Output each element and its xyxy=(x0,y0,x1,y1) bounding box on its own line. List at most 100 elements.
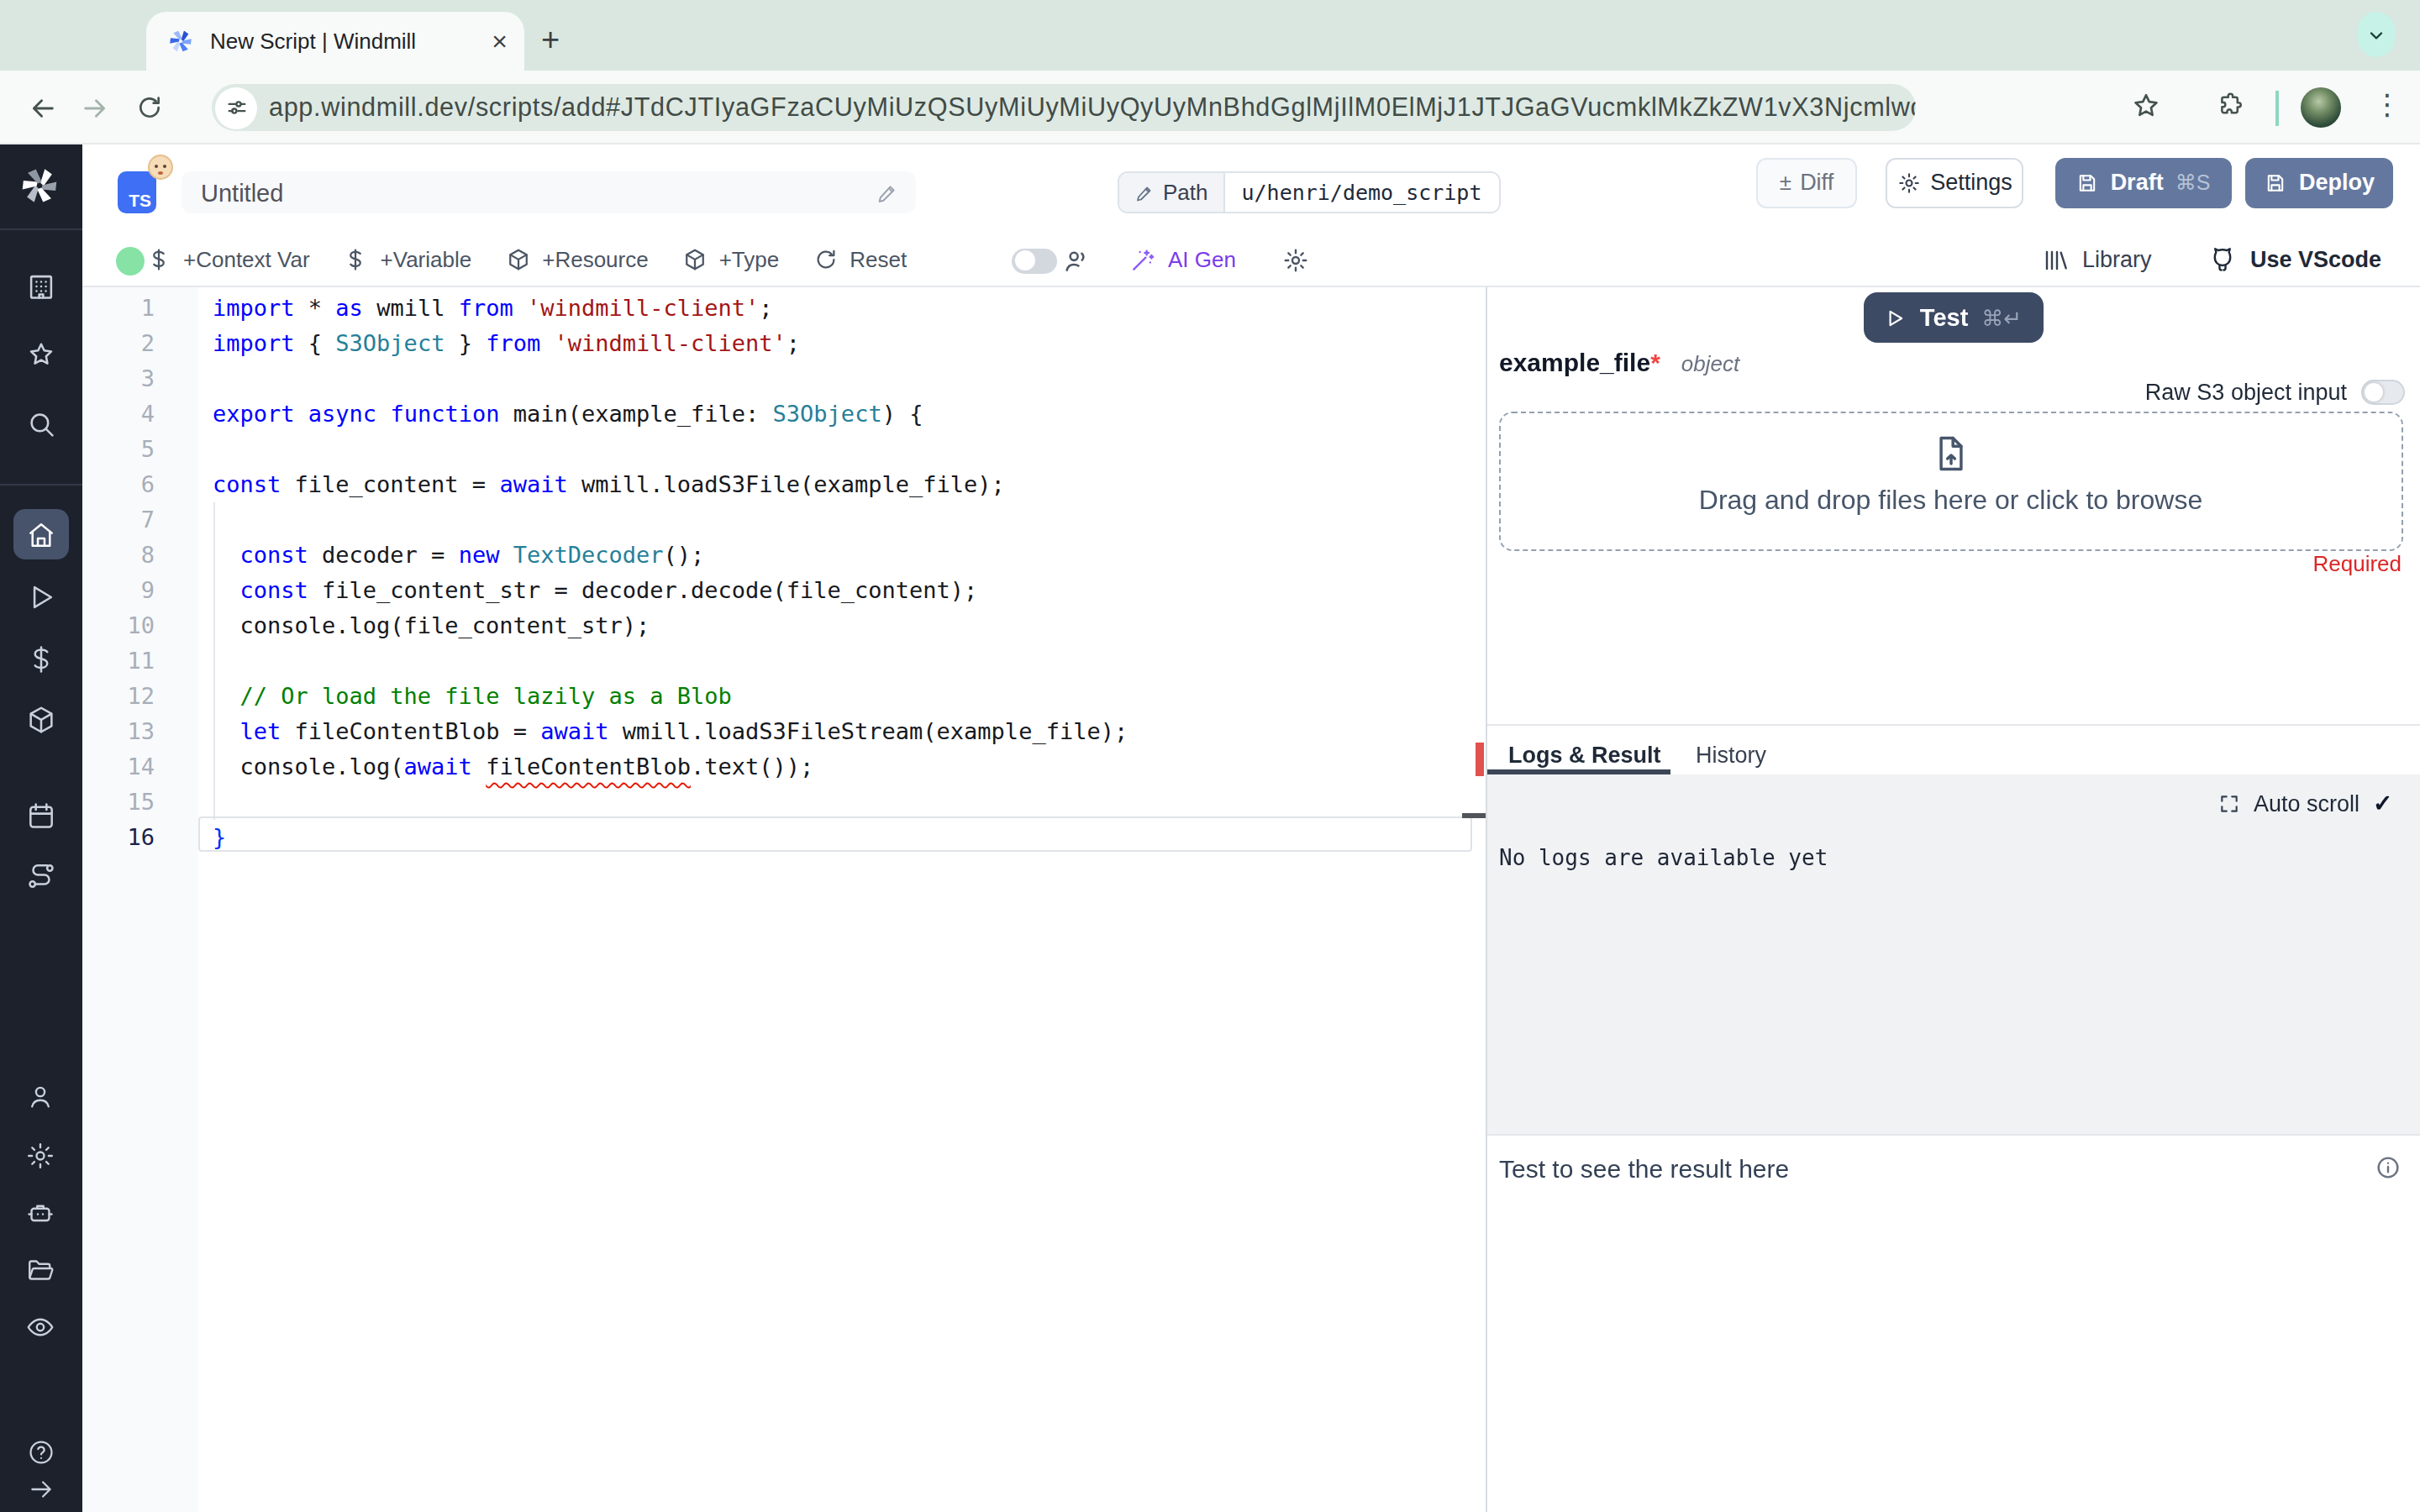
line-number: 9 xyxy=(82,573,197,608)
info-icon[interactable] xyxy=(2375,1154,2402,1181)
no-logs-text: No logs are available yet xyxy=(1499,845,1828,870)
tab-logs-result[interactable]: Logs & Result xyxy=(1508,739,1661,769)
play-icon xyxy=(1885,307,1907,328)
browser-menu-icon[interactable]: ⋮ xyxy=(2373,87,2402,123)
line-number: 5 xyxy=(82,431,197,466)
ai-gen-button[interactable]: AI Gen xyxy=(1129,234,1236,286)
line-number: 1 xyxy=(82,290,197,325)
raw-s3-toggle[interactable] xyxy=(2360,380,2404,405)
sidebar-divider xyxy=(0,228,82,229)
browser-tab[interactable]: New Script | Windmill × xyxy=(146,12,524,71)
new-tab-button[interactable]: + xyxy=(541,22,560,59)
line-number: 16 xyxy=(82,821,197,856)
tab-history[interactable]: History xyxy=(1696,739,1766,769)
code-line: import * as wmill from 'windmill-client'… xyxy=(213,290,773,325)
sidebar-item-dollar-icon[interactable] xyxy=(0,643,81,675)
sidebar-item-help-icon[interactable] xyxy=(0,1437,81,1466)
draft-shortcut: ⌘S xyxy=(2175,171,2211,196)
dropzone-text: Drag and drop files here or click to bro… xyxy=(1501,486,2401,516)
sidebar-item-robot-icon[interactable] xyxy=(0,1198,81,1228)
path-chip[interactable]: Path u/henri/demo_script xyxy=(1118,171,1501,213)
logs-section-divider xyxy=(1486,724,2420,726)
path-label: Path xyxy=(1163,180,1208,205)
logs-area xyxy=(1486,774,2420,1135)
sidebar-item-building-icon[interactable] xyxy=(0,270,81,302)
sidebar-item-home-icon[interactable] xyxy=(0,518,81,550)
test-shortcut: ⌘↵ xyxy=(1981,305,2022,330)
path-label-section: Path xyxy=(1119,173,1225,212)
auto-scroll-control[interactable]: Auto scroll ✓ xyxy=(2218,790,2393,816)
bookmark-star-icon[interactable] xyxy=(2131,90,2161,120)
tab-search-button[interactable] xyxy=(2358,12,2395,57)
editor-settings-icon[interactable] xyxy=(1282,234,1309,286)
script-title-input[interactable]: Untitled xyxy=(181,171,915,213)
url-text: app.windmill.dev/scripts/add#JTdCJTIyaGF… xyxy=(269,92,1916,123)
edit-title-icon[interactable] xyxy=(875,181,898,204)
toolbar-reset[interactable]: Reset xyxy=(813,248,907,273)
tab-title: New Script | Windmill xyxy=(210,29,492,54)
refresh-icon xyxy=(813,248,838,273)
sidebar-item-arrow-right-icon[interactable] xyxy=(0,1474,81,1503)
toolbar--variable[interactable]: +Variable xyxy=(344,248,472,273)
required-mark: * xyxy=(1650,348,1660,376)
sidebar-item-search-icon[interactable] xyxy=(0,407,81,439)
diff-button[interactable]: ± Diff xyxy=(1756,158,1857,207)
status-dot xyxy=(116,246,145,275)
test-button[interactable]: Test ⌘↵ xyxy=(1863,292,2044,343)
code-line: } xyxy=(213,821,226,856)
pencil-icon xyxy=(1134,182,1155,202)
code-line: console.log(file_content_str); xyxy=(213,608,650,643)
user-mode-icon[interactable] xyxy=(1062,247,1091,276)
line-number: 3 xyxy=(82,360,197,396)
line-number: 15 xyxy=(82,785,197,820)
line-number: 7 xyxy=(82,502,197,538)
code-line: const file_content_str = decoder.decode(… xyxy=(213,573,977,608)
cube-icon xyxy=(682,248,708,273)
line-number: 8 xyxy=(82,538,197,573)
file-dropzone[interactable]: Drag and drop files here or click to bro… xyxy=(1499,412,2402,551)
code-line: console.log(await fileContentBlob.text()… xyxy=(213,749,813,785)
address-bar[interactable]: app.windmill.dev/scripts/add#JTdCJTIyaGF… xyxy=(212,84,1916,131)
sidebar-item-cube-icon[interactable] xyxy=(0,704,81,736)
toolbar--resource[interactable]: +Resource xyxy=(505,248,648,273)
line-number: 6 xyxy=(82,467,197,502)
settings-button[interactable]: Settings xyxy=(1886,158,2023,207)
toolbar--context-var[interactable]: +Context Var xyxy=(146,248,310,273)
vscode-cat-icon xyxy=(2208,246,2237,275)
forward-button[interactable] xyxy=(76,89,113,126)
sidebar-item-calendar-icon[interactable] xyxy=(0,799,81,831)
check-icon: ✓ xyxy=(2373,790,2392,816)
back-button[interactable] xyxy=(24,89,60,126)
toolbar--type[interactable]: +Type xyxy=(682,248,780,273)
profile-avatar[interactable] xyxy=(2301,87,2341,128)
save-icon xyxy=(2264,171,2287,195)
draft-button[interactable]: Draft ⌘S xyxy=(2054,158,2231,207)
sidebar-item-person-icon[interactable] xyxy=(0,1082,81,1112)
extensions-icon[interactable] xyxy=(2217,90,2245,118)
code-line: import { S3Object } from 'windmill-clien… xyxy=(213,325,800,360)
save-icon xyxy=(2075,171,2099,195)
reload-button[interactable] xyxy=(131,89,168,126)
tab-close-icon[interactable]: × xyxy=(492,28,508,55)
sidebar-item-play-icon[interactable] xyxy=(0,580,81,612)
sidebar-item-eye-icon[interactable] xyxy=(0,1312,81,1342)
raw-s3-label: Raw S3 object input xyxy=(2145,380,2347,405)
sidebar-item-folder-icon[interactable] xyxy=(0,1255,81,1285)
code-line: const file_content = await wmill.loadS3F… xyxy=(213,467,1005,502)
vscode-button[interactable]: Use VScode xyxy=(2208,234,2381,286)
code-editor[interactable]: 1 import * as wmill from 'windmill-client… xyxy=(82,286,1485,1512)
emoji-badge xyxy=(147,155,172,180)
deploy-button[interactable]: Deploy xyxy=(2245,158,2393,207)
site-settings-icon[interactable] xyxy=(215,87,257,129)
sidebar-item-gear-icon[interactable] xyxy=(0,1141,81,1171)
sidebar-item-star-icon[interactable] xyxy=(0,339,81,370)
expand-icon[interactable] xyxy=(2218,792,2240,814)
current-line-highlight xyxy=(197,816,1472,852)
line-number: 14 xyxy=(82,749,197,785)
library-button[interactable]: Library xyxy=(2042,234,2152,286)
dollar-icon xyxy=(344,248,369,273)
code-line: let fileContentBlob = await wmill.loadS3… xyxy=(213,714,1128,749)
toggle-switch[interactable] xyxy=(1012,248,1057,273)
windmill-logo[interactable] xyxy=(17,163,62,208)
sidebar-item-route-icon[interactable] xyxy=(0,860,81,892)
